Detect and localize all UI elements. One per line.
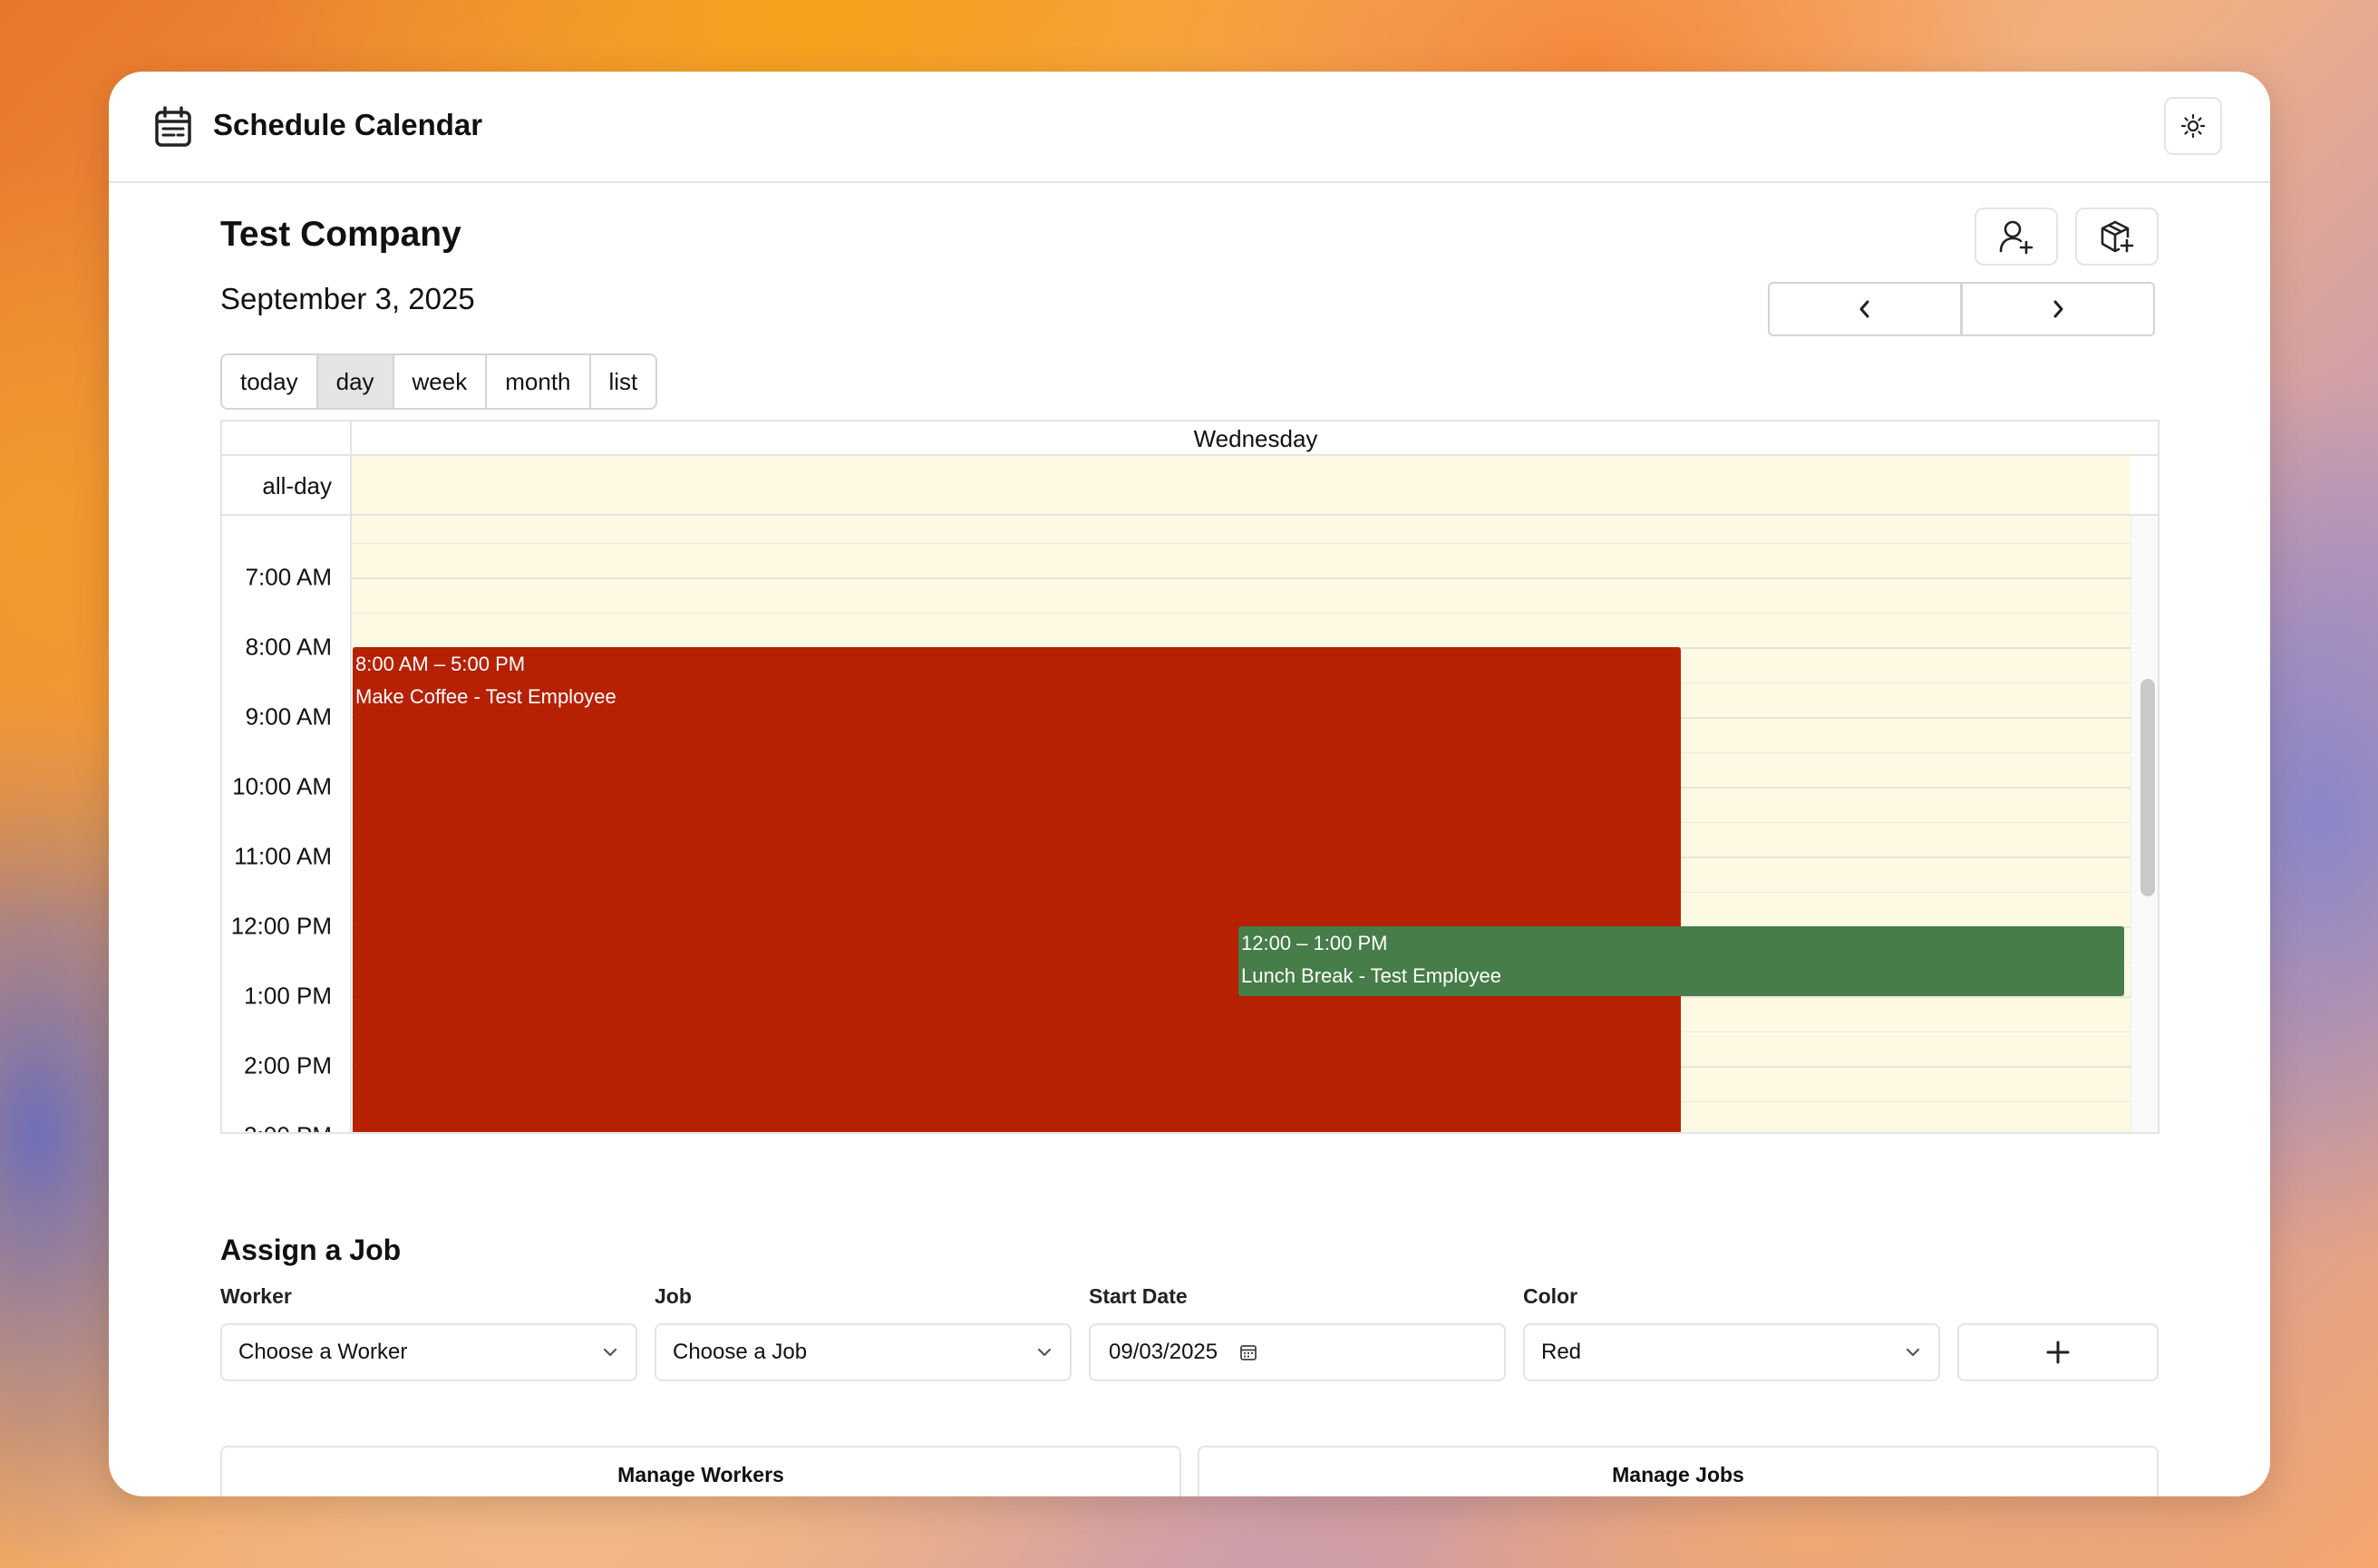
worker-select-value: Choose a Worker — [238, 1340, 408, 1364]
add-job-button[interactable] — [2075, 208, 2159, 266]
all-day-row: all-day — [222, 456, 2158, 516]
time-label: 2:00 PM — [244, 1051, 332, 1079]
color-select-value: Red — [1541, 1340, 1582, 1364]
prev-button[interactable] — [1768, 282, 1962, 336]
chevron-down-icon — [1037, 1348, 1052, 1357]
time-label: 7:00 AM — [245, 563, 332, 591]
manage-jobs-button[interactable]: Manage Jobs — [1198, 1446, 2159, 1496]
color-select[interactable]: Red — [1523, 1323, 1940, 1381]
calendar-icon — [155, 106, 191, 147]
manage-workers-button[interactable]: Manage Workers — [220, 1446, 1181, 1496]
day-column[interactable]: 8:00 AM – 5:00 PM Make Coffee - Test Empl… — [352, 516, 2130, 1132]
job-select-value: Choose a Job — [673, 1340, 808, 1364]
event-time: 8:00 AM – 5:00 PM — [355, 653, 526, 675]
time-axis: 7:00 AM 8:00 AM 9:00 AM 10:00 AM 11:00 AM 12:… — [222, 516, 352, 1133]
chevron-down-icon — [1906, 1348, 1920, 1357]
time-slot-line — [352, 577, 2130, 579]
chevron-left-icon — [1859, 300, 1869, 318]
add-assignment-button[interactable] — [1957, 1323, 2159, 1381]
app-window: Schedule Calendar Test Company September… — [109, 72, 2270, 1496]
day-view-button[interactable]: day — [317, 355, 394, 408]
top-bar: Schedule Calendar — [109, 72, 2270, 183]
all-day-label: all-day — [222, 456, 352, 514]
app-title: Schedule Calendar — [213, 108, 483, 141]
month-view-button[interactable]: month — [487, 355, 591, 408]
start-date-input[interactable]: 09/03/2025 — [1089, 1323, 1506, 1381]
event-title: Lunch Break - Test Employee — [1241, 964, 1501, 987]
header-gutter — [222, 421, 352, 454]
plus-icon — [2046, 1341, 2070, 1364]
job-select[interactable]: Choose a Job — [655, 1323, 1072, 1381]
package-plus-icon — [2101, 220, 2134, 253]
job-label: Job — [655, 1284, 692, 1308]
list-view-button[interactable]: list — [590, 355, 656, 408]
event-title: Make Coffee - Test Employee — [355, 685, 616, 708]
time-label: 10:00 AM — [232, 772, 332, 800]
theme-toggle-button[interactable] — [2164, 97, 2222, 155]
calendar-picker-icon[interactable] — [1239, 1343, 1257, 1361]
calendar-event[interactable]: 12:00 – 1:00 PM Lunch Break - Test Employ… — [1238, 926, 2124, 996]
company-name: Test Company — [220, 215, 461, 254]
worker-label: Worker — [220, 1284, 292, 1308]
today-button[interactable]: today — [222, 355, 318, 408]
chevron-right-icon — [2053, 300, 2063, 318]
calendar-scrollbar[interactable] — [2130, 516, 2158, 1132]
all-day-cell[interactable] — [352, 456, 2130, 514]
time-label: 8:00 AM — [245, 633, 332, 661]
time-slot-line — [352, 612, 2130, 614]
time-label: 11:00 AM — [234, 842, 332, 870]
chevron-down-icon — [603, 1348, 617, 1357]
start-date-value: 09/03/2025 — [1109, 1340, 1218, 1364]
sun-icon — [2180, 113, 2206, 139]
event-time: 12:00 – 1:00 PM — [1241, 932, 1388, 954]
calendar-title: September 3, 2025 — [220, 282, 475, 315]
scrollbar-thumb[interactable] — [2140, 679, 2155, 896]
add-worker-button[interactable] — [1975, 208, 2058, 266]
time-slot-line — [352, 542, 2130, 544]
next-button[interactable] — [1961, 282, 2155, 336]
time-grid: 7:00 AM 8:00 AM 9:00 AM 10:00 AM 11:00 AM 12:… — [222, 516, 2158, 1133]
time-label: 3:00 PM — [244, 1122, 332, 1133]
worker-select[interactable]: Choose a Worker — [220, 1323, 637, 1381]
time-label: 1:00 PM — [244, 982, 332, 1010]
calendar-header: Wednesday — [222, 421, 2158, 456]
day-header: Wednesday — [1193, 425, 1318, 452]
calendar-event[interactable]: 8:00 AM – 5:00 PM Make Coffee - Test Empl… — [353, 647, 1681, 1132]
color-label: Color — [1523, 1284, 1578, 1308]
week-view-button[interactable]: week — [393, 355, 488, 408]
user-plus-icon — [1999, 220, 2033, 255]
calendar-grid: Wednesday all-day 7:00 AM 8:00 AM 9:00 AM 1… — [220, 420, 2160, 1134]
assign-job-title: Assign a Job — [220, 1234, 402, 1266]
view-switcher: today day week month list — [220, 353, 658, 410]
start-date-label: Start Date — [1089, 1284, 1188, 1308]
time-label: 9:00 AM — [245, 702, 332, 731]
time-label: 12:00 PM — [230, 912, 332, 940]
